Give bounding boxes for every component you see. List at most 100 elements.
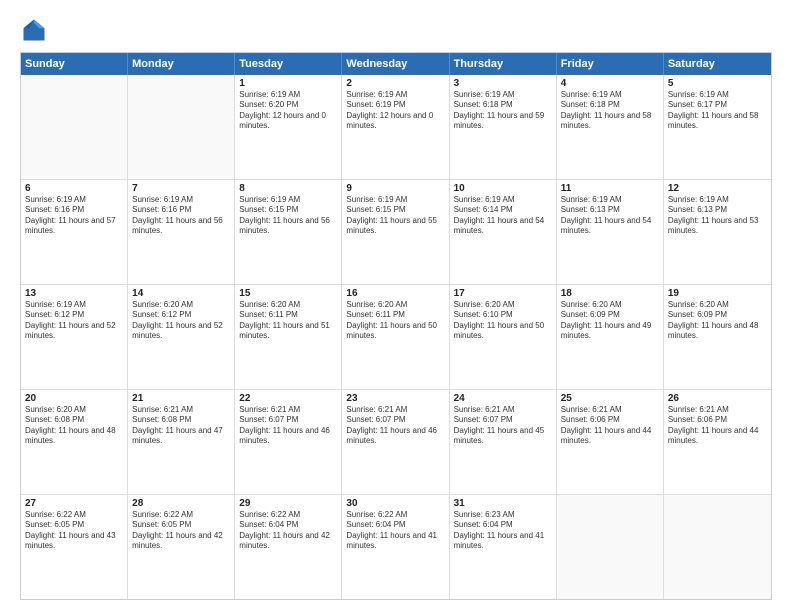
day-number: 20 bbox=[25, 393, 123, 404]
daylight-text: Daylight: 11 hours and 52 minutes. bbox=[25, 321, 123, 342]
calendar-cell: 5Sunrise: 6:19 AMSunset: 6:17 PMDaylight… bbox=[664, 75, 771, 179]
sunset-text: Sunset: 6:04 PM bbox=[454, 520, 552, 530]
calendar-cell: 3Sunrise: 6:19 AMSunset: 6:18 PMDaylight… bbox=[450, 75, 557, 179]
day-number: 4 bbox=[561, 78, 659, 89]
day-number: 7 bbox=[132, 183, 230, 194]
calendar-cell: 20Sunrise: 6:20 AMSunset: 6:08 PMDayligh… bbox=[21, 390, 128, 494]
day-number: 1 bbox=[239, 78, 337, 89]
sunrise-text: Sunrise: 6:19 AM bbox=[239, 90, 337, 100]
sunset-text: Sunset: 6:08 PM bbox=[25, 415, 123, 425]
calendar-cell: 18Sunrise: 6:20 AMSunset: 6:09 PMDayligh… bbox=[557, 285, 664, 389]
logo bbox=[20, 16, 52, 44]
calendar-day-header: Thursday bbox=[450, 53, 557, 75]
sunrise-text: Sunrise: 6:19 AM bbox=[132, 195, 230, 205]
daylight-text: Daylight: 11 hours and 52 minutes. bbox=[132, 321, 230, 342]
sunset-text: Sunset: 6:18 PM bbox=[561, 100, 659, 110]
daylight-text: Daylight: 11 hours and 54 minutes. bbox=[561, 216, 659, 237]
sunset-text: Sunset: 6:18 PM bbox=[454, 100, 552, 110]
calendar-cell: 29Sunrise: 6:22 AMSunset: 6:04 PMDayligh… bbox=[235, 495, 342, 599]
sunset-text: Sunset: 6:09 PM bbox=[561, 310, 659, 320]
day-number: 23 bbox=[346, 393, 444, 404]
calendar-week-row: 6Sunrise: 6:19 AMSunset: 6:16 PMDaylight… bbox=[21, 180, 771, 285]
day-number: 13 bbox=[25, 288, 123, 299]
daylight-text: Daylight: 11 hours and 41 minutes. bbox=[346, 531, 444, 552]
logo-icon bbox=[20, 16, 48, 44]
daylight-text: Daylight: 11 hours and 58 minutes. bbox=[561, 111, 659, 132]
day-number: 29 bbox=[239, 498, 337, 509]
sunset-text: Sunset: 6:04 PM bbox=[239, 520, 337, 530]
calendar-cell: 16Sunrise: 6:20 AMSunset: 6:11 PMDayligh… bbox=[342, 285, 449, 389]
sunrise-text: Sunrise: 6:19 AM bbox=[346, 90, 444, 100]
calendar-body: 1Sunrise: 6:19 AMSunset: 6:20 PMDaylight… bbox=[21, 75, 771, 599]
daylight-text: Daylight: 11 hours and 55 minutes. bbox=[346, 216, 444, 237]
sunset-text: Sunset: 6:07 PM bbox=[454, 415, 552, 425]
day-number: 22 bbox=[239, 393, 337, 404]
calendar-cell: 4Sunrise: 6:19 AMSunset: 6:18 PMDaylight… bbox=[557, 75, 664, 179]
calendar-cell: 24Sunrise: 6:21 AMSunset: 6:07 PMDayligh… bbox=[450, 390, 557, 494]
daylight-text: Daylight: 11 hours and 46 minutes. bbox=[346, 426, 444, 447]
sunrise-text: Sunrise: 6:19 AM bbox=[25, 300, 123, 310]
day-number: 18 bbox=[561, 288, 659, 299]
sunrise-text: Sunrise: 6:19 AM bbox=[668, 90, 767, 100]
day-number: 25 bbox=[561, 393, 659, 404]
daylight-text: Daylight: 11 hours and 47 minutes. bbox=[132, 426, 230, 447]
sunrise-text: Sunrise: 6:23 AM bbox=[454, 510, 552, 520]
sunrise-text: Sunrise: 6:19 AM bbox=[561, 195, 659, 205]
daylight-text: Daylight: 11 hours and 53 minutes. bbox=[668, 216, 767, 237]
sunset-text: Sunset: 6:15 PM bbox=[239, 205, 337, 215]
sunset-text: Sunset: 6:07 PM bbox=[239, 415, 337, 425]
sunset-text: Sunset: 6:07 PM bbox=[346, 415, 444, 425]
sunset-text: Sunset: 6:11 PM bbox=[346, 310, 444, 320]
calendar-cell: 1Sunrise: 6:19 AMSunset: 6:20 PMDaylight… bbox=[235, 75, 342, 179]
calendar-cell: 19Sunrise: 6:20 AMSunset: 6:09 PMDayligh… bbox=[664, 285, 771, 389]
calendar: SundayMondayTuesdayWednesdayThursdayFrid… bbox=[20, 52, 772, 600]
daylight-text: Daylight: 11 hours and 49 minutes. bbox=[561, 321, 659, 342]
sunrise-text: Sunrise: 6:19 AM bbox=[346, 195, 444, 205]
day-number: 24 bbox=[454, 393, 552, 404]
day-number: 17 bbox=[454, 288, 552, 299]
day-number: 15 bbox=[239, 288, 337, 299]
sunrise-text: Sunrise: 6:20 AM bbox=[132, 300, 230, 310]
daylight-text: Daylight: 11 hours and 50 minutes. bbox=[346, 321, 444, 342]
calendar-week-row: 1Sunrise: 6:19 AMSunset: 6:20 PMDaylight… bbox=[21, 75, 771, 180]
daylight-text: Daylight: 11 hours and 51 minutes. bbox=[239, 321, 337, 342]
daylight-text: Daylight: 11 hours and 58 minutes. bbox=[668, 111, 767, 132]
calendar-day-header: Monday bbox=[128, 53, 235, 75]
sunrise-text: Sunrise: 6:21 AM bbox=[668, 405, 767, 415]
day-number: 10 bbox=[454, 183, 552, 194]
daylight-text: Daylight: 11 hours and 44 minutes. bbox=[668, 426, 767, 447]
sunset-text: Sunset: 6:13 PM bbox=[561, 205, 659, 215]
daylight-text: Daylight: 11 hours and 43 minutes. bbox=[25, 531, 123, 552]
sunset-text: Sunset: 6:19 PM bbox=[346, 100, 444, 110]
calendar-day-header: Tuesday bbox=[235, 53, 342, 75]
day-number: 11 bbox=[561, 183, 659, 194]
sunrise-text: Sunrise: 6:19 AM bbox=[561, 90, 659, 100]
calendar-cell: 10Sunrise: 6:19 AMSunset: 6:14 PMDayligh… bbox=[450, 180, 557, 284]
calendar-cell: 2Sunrise: 6:19 AMSunset: 6:19 PMDaylight… bbox=[342, 75, 449, 179]
sunset-text: Sunset: 6:16 PM bbox=[132, 205, 230, 215]
sunrise-text: Sunrise: 6:21 AM bbox=[561, 405, 659, 415]
calendar-cell bbox=[557, 495, 664, 599]
calendar-cell bbox=[21, 75, 128, 179]
sunset-text: Sunset: 6:20 PM bbox=[239, 100, 337, 110]
calendar-cell: 27Sunrise: 6:22 AMSunset: 6:05 PMDayligh… bbox=[21, 495, 128, 599]
daylight-text: Daylight: 11 hours and 41 minutes. bbox=[454, 531, 552, 552]
sunset-text: Sunset: 6:11 PM bbox=[239, 310, 337, 320]
daylight-text: Daylight: 12 hours and 0 minutes. bbox=[346, 111, 444, 132]
calendar-day-header: Wednesday bbox=[342, 53, 449, 75]
sunset-text: Sunset: 6:12 PM bbox=[25, 310, 123, 320]
calendar-cell: 31Sunrise: 6:23 AMSunset: 6:04 PMDayligh… bbox=[450, 495, 557, 599]
calendar-cell: 17Sunrise: 6:20 AMSunset: 6:10 PMDayligh… bbox=[450, 285, 557, 389]
daylight-text: Daylight: 11 hours and 56 minutes. bbox=[239, 216, 337, 237]
day-number: 28 bbox=[132, 498, 230, 509]
sunrise-text: Sunrise: 6:19 AM bbox=[454, 195, 552, 205]
sunset-text: Sunset: 6:06 PM bbox=[668, 415, 767, 425]
daylight-text: Daylight: 11 hours and 54 minutes. bbox=[454, 216, 552, 237]
calendar-header: SundayMondayTuesdayWednesdayThursdayFrid… bbox=[21, 53, 771, 75]
sunset-text: Sunset: 6:05 PM bbox=[25, 520, 123, 530]
sunset-text: Sunset: 6:14 PM bbox=[454, 205, 552, 215]
day-number: 5 bbox=[668, 78, 767, 89]
sunset-text: Sunset: 6:15 PM bbox=[346, 205, 444, 215]
calendar-cell: 26Sunrise: 6:21 AMSunset: 6:06 PMDayligh… bbox=[664, 390, 771, 494]
daylight-text: Daylight: 11 hours and 57 minutes. bbox=[25, 216, 123, 237]
